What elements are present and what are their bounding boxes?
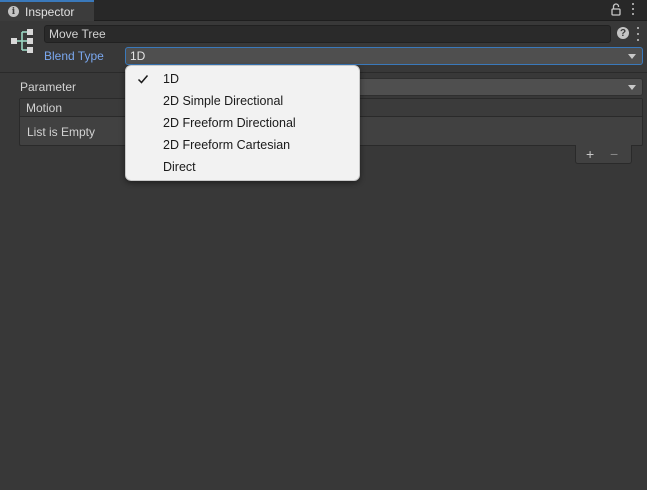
blend-type-label: Blend Type: [44, 49, 104, 63]
menu-item-2d-simple-directional[interactable]: 2D Simple Directional: [126, 90, 359, 112]
help-icon[interactable]: ?: [617, 27, 629, 39]
chevron-down-icon: [628, 85, 636, 90]
menu-item-1d[interactable]: 1D: [126, 68, 359, 90]
menu-item-2d-freeform-cartesian[interactable]: 2D Freeform Cartesian: [126, 134, 359, 156]
menu-item-label: 2D Freeform Cartesian: [163, 138, 291, 152]
blend-type-select[interactable]: 1D: [125, 47, 643, 65]
name-input[interactable]: Move Tree: [44, 25, 611, 43]
tab-title: Inspector: [25, 4, 75, 19]
blend-type-dropdown-menu: 1D 2D Simple Directional 2D Freeform Dir…: [125, 65, 360, 181]
parameter-label: Parameter: [20, 80, 77, 94]
lock-icon[interactable]: [611, 3, 621, 16]
info-icon: i: [8, 6, 19, 17]
menu-item-direct[interactable]: Direct: [126, 156, 359, 178]
menu-item-label: 2D Simple Directional: [163, 94, 284, 108]
add-motion-button[interactable]: +: [586, 147, 594, 161]
menu-item-2d-freeform-directional[interactable]: 2D Freeform Directional: [126, 112, 359, 134]
menu-item-label: 1D: [163, 72, 179, 86]
menu-item-label: 2D Freeform Directional: [163, 116, 296, 130]
blend-tree-icon: [11, 29, 33, 53]
checkmark-icon: [137, 75, 149, 84]
remove-motion-button[interactable]: −: [610, 147, 618, 161]
list-footer: + −: [575, 145, 632, 164]
motion-list-empty-text: List is Empty: [27, 125, 96, 139]
kebab-menu-icon[interactable]: [628, 3, 638, 15]
tab-inspector[interactable]: i Inspector: [0, 0, 94, 21]
component-menu-icon[interactable]: [634, 27, 642, 41]
menu-item-label: Direct: [163, 160, 196, 174]
blend-type-value: 1D: [130, 49, 146, 63]
parameter-select[interactable]: [355, 78, 643, 96]
chevron-down-icon: [628, 54, 636, 59]
tab-bar: i Inspector: [0, 0, 647, 21]
